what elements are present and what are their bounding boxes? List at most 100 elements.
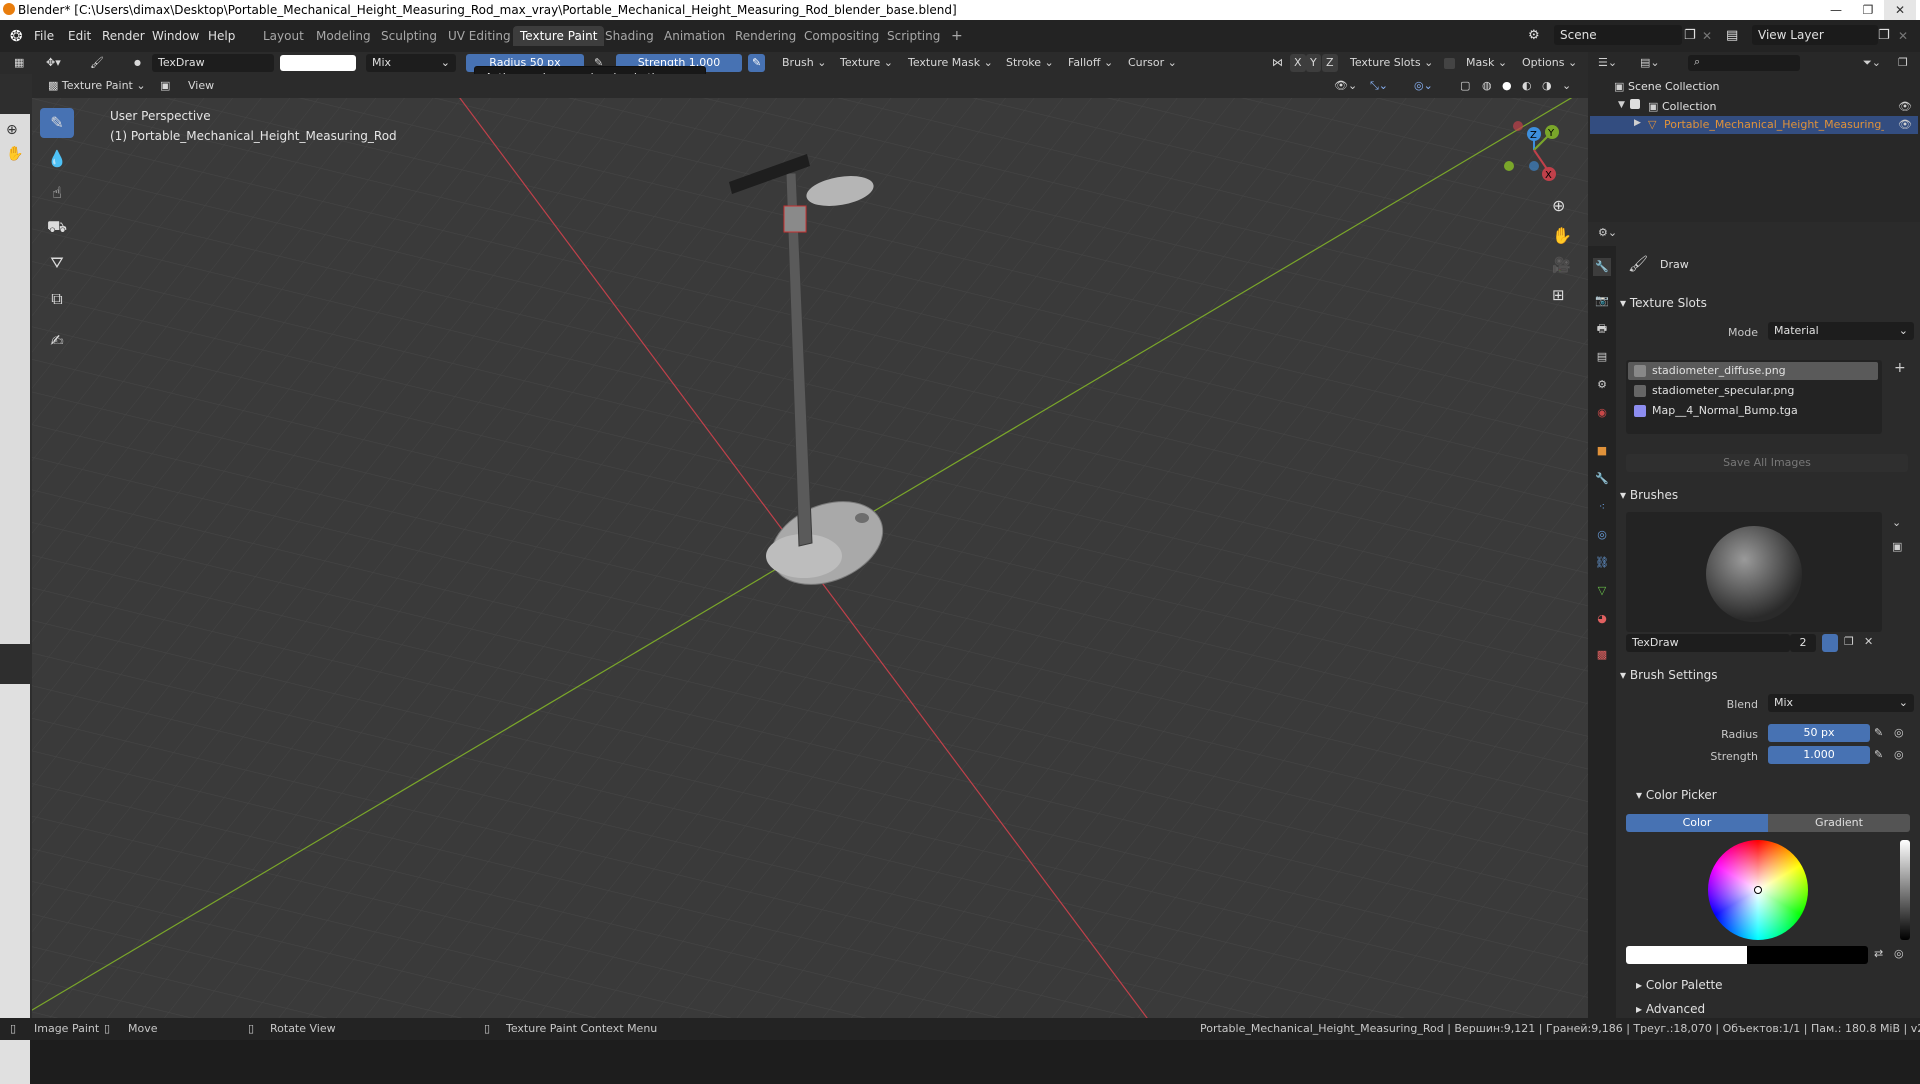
menu-window[interactable]: Window — [152, 20, 199, 52]
menu-help[interactable]: Help — [208, 20, 235, 52]
tab-shading[interactable]: Shading — [598, 26, 661, 46]
add-workspace-button[interactable]: + — [944, 26, 970, 46]
new-view-layer-icon[interactable]: ❐ — [1878, 20, 1890, 52]
scene-selector[interactable]: Scene — [1554, 25, 1682, 45]
tab-animation[interactable]: Animation — [657, 26, 732, 46]
zoom-icon[interactable]: ⊕ — [6, 122, 18, 138]
mask-menu[interactable]: Mask ⌄ — [1462, 54, 1511, 72]
radius-slider[interactable]: 50 px — [1768, 724, 1870, 742]
new-scene-icon[interactable]: ❐ — [1684, 20, 1696, 52]
tab-modifiers-icon[interactable]: 🔧 — [1593, 470, 1611, 488]
fill-tool-button[interactable]: ⛛ — [40, 248, 74, 278]
tab-object-icon[interactable]: ■ — [1593, 442, 1611, 460]
wireframe-shading-icon[interactable]: ◍ — [1478, 77, 1496, 95]
menu-file[interactable]: File — [34, 20, 54, 52]
shading-options-icon[interactable]: ⌄ — [1558, 77, 1575, 95]
stroke-menu[interactable]: Stroke ⌄ — [1002, 54, 1058, 72]
editor-type-icon[interactable]: ▦ — [10, 54, 28, 72]
brush-name-field[interactable]: TexDraw — [152, 54, 274, 72]
brush-users-count[interactable]: 2 — [1790, 634, 1816, 652]
tab-material-icon[interactable]: ◕ — [1593, 610, 1611, 628]
zoom-view-icon[interactable]: ⊕ — [1552, 196, 1565, 215]
texture-slot-item[interactable]: stadiometer_specular.png — [1652, 383, 1896, 399]
tab-compositing[interactable]: Compositing — [797, 26, 886, 46]
texture-slot-item[interactable]: Map__4_Normal_Bump.tga — [1652, 403, 1896, 419]
maximize-button[interactable]: ❐ — [1852, 0, 1884, 20]
mode-selector[interactable]: ▩ Texture Paint ⌄ — [44, 77, 150, 95]
tab-particles-icon[interactable]: ⁖ — [1593, 498, 1611, 516]
tab-constraints-icon[interactable]: ⛓ — [1593, 554, 1611, 572]
collection-label[interactable]: Collection — [1662, 100, 1716, 113]
close-button[interactable]: ✕ — [1884, 0, 1916, 20]
tab-rendering[interactable]: Rendering — [728, 26, 803, 46]
cursor-menu[interactable]: Cursor ⌄ — [1124, 54, 1181, 72]
options-menu[interactable]: Options ⌄ — [1518, 54, 1581, 72]
brush-color-swatch[interactable] — [280, 55, 356, 71]
collection-expand-icon[interactable]: ▼ — [1618, 100, 1625, 110]
tab-sculpting[interactable]: Sculpting — [374, 26, 444, 46]
collection-checkbox[interactable] — [1630, 99, 1640, 109]
primary-secondary-colors[interactable] — [1626, 946, 1868, 964]
blend-mode-select[interactable]: Mix ⌄ — [366, 54, 456, 72]
draw-tool-button[interactable]: ✎ — [40, 108, 74, 138]
radius-pressure-icon[interactable]: ✎ — [1874, 726, 1883, 739]
duplicate-brush-icon[interactable]: ❐ — [1844, 635, 1854, 648]
mask-checkbox[interactable] — [1444, 58, 1455, 69]
strength-unit-icon[interactable]: ◎ — [1894, 748, 1904, 761]
falloff-menu[interactable]: Falloff ⌄ — [1064, 54, 1117, 72]
fake-user-icon[interactable]: ● — [130, 54, 145, 72]
brush-icon[interactable]: 🖌 — [86, 54, 108, 72]
soften-tool-button[interactable]: 💧 — [40, 144, 74, 174]
texture-mask-menu[interactable]: Texture Mask ⌄ — [904, 54, 997, 72]
gizmo-toggle-icon[interactable]: ⤡⌄ — [1366, 77, 1392, 95]
save-all-images-button[interactable]: Save All Images — [1626, 454, 1908, 472]
fake-user-shield-icon[interactable] — [1822, 634, 1838, 652]
view-menu[interactable]: View — [184, 77, 218, 95]
swap-colors-icon[interactable]: ⇄ — [1874, 947, 1883, 960]
pan-view-icon[interactable]: ✋ — [1552, 226, 1572, 245]
view-layer-icon[interactable]: ▤ — [1726, 20, 1738, 52]
selected-object-row[interactable]: ▶ ▽ Portable_Mechanical_Height_Measuring… — [1590, 116, 1918, 134]
menu-edit[interactable]: Edit — [68, 20, 91, 52]
texture-slots-header[interactable]: ▾ Texture Slots — [1620, 292, 1910, 314]
tab-modeling[interactable]: Modeling — [309, 26, 378, 46]
strength-pressure-icon[interactable]: ✎ — [748, 54, 766, 72]
tab-world-icon[interactable]: ◉ — [1593, 404, 1611, 422]
color-palette-header[interactable]: ▸ Color Palette — [1636, 974, 1920, 996]
object-expand-icon[interactable]: ▶ — [1634, 118, 1641, 128]
brush-menu[interactable]: Brush ⌄ — [778, 54, 830, 72]
axis-x-toggle[interactable]: X — [1290, 54, 1306, 72]
strength-slider[interactable]: 1.000 — [1768, 746, 1870, 764]
delete-view-layer-icon[interactable]: ✕ — [1898, 20, 1908, 52]
annotate-tool-button[interactable]: ✍ — [40, 326, 74, 356]
axis-z-toggle[interactable]: Z — [1322, 54, 1338, 72]
brush-image-icon[interactable]: ▣ — [1892, 540, 1902, 553]
unlink-brush-icon[interactable]: ✕ — [1864, 635, 1873, 648]
new-collection-icon[interactable]: ❐ — [1898, 56, 1908, 69]
color-options-icon[interactable]: ◎ — [1894, 947, 1904, 960]
gradient-tab[interactable]: Gradient — [1768, 814, 1910, 832]
scene-icon[interactable]: ⚙ — [1528, 20, 1540, 52]
tab-texture-icon[interactable]: ▩ — [1593, 646, 1611, 664]
outliner-search-input[interactable]: ⌕ — [1688, 55, 1800, 71]
texture-slot-item[interactable]: stadiometer_diffuse.png — [1652, 363, 1896, 379]
mask-tool-button[interactable]: ⧉ — [40, 284, 74, 314]
tab-texture-paint[interactable]: Texture Paint — [513, 26, 605, 46]
filter-icon[interactable]: ⏷⌄ — [1863, 56, 1881, 70]
texture-slots-menu[interactable]: Texture Slots ⌄ — [1346, 54, 1437, 72]
tab-scene-icon[interactable]: ⚙ — [1593, 376, 1611, 394]
tab-data-icon[interactable]: ▽ — [1593, 582, 1611, 600]
axis-y-toggle[interactable]: Y — [1306, 54, 1321, 72]
add-texture-slot-button[interactable]: + — [1894, 360, 1906, 376]
rendered-shading-icon[interactable]: ◑ — [1538, 77, 1556, 95]
object-label[interactable]: Portable_Mechanical_Height_Measuring_Roc — [1664, 118, 1884, 131]
minimize-button[interactable]: — — [1820, 0, 1852, 20]
radius-unit-icon[interactable]: ◎ — [1894, 726, 1904, 739]
clone-tool-button[interactable]: ⛟ — [40, 212, 74, 242]
blend-select[interactable]: Mix ⌄ — [1768, 694, 1914, 712]
collection-visibility-icon[interactable]: 👁 — [1898, 100, 1912, 113]
brush-preview-box[interactable] — [1626, 512, 1882, 632]
scene-collection-label[interactable]: Scene Collection — [1628, 80, 1719, 93]
texture-mode-select[interactable]: Material ⌄ — [1768, 322, 1914, 340]
visibility-icon[interactable]: 👁⌄ — [1330, 77, 1361, 95]
